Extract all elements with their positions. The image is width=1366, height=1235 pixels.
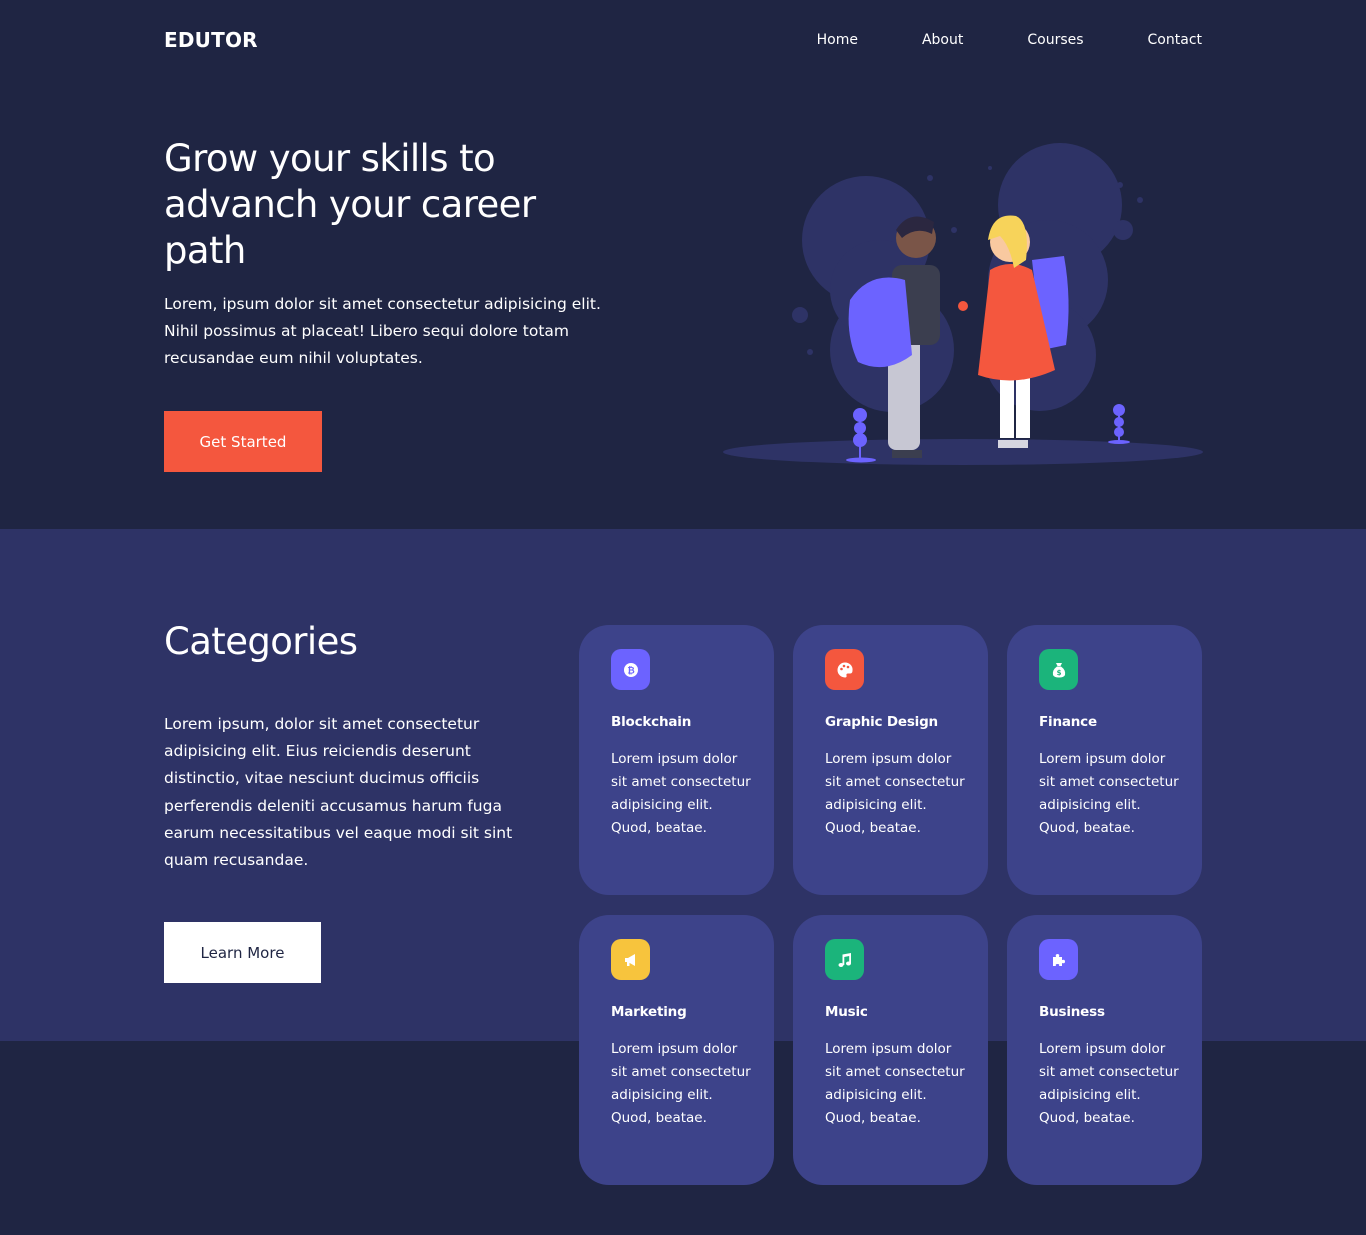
category-card-music[interactable]: Music Lorem ipsum dolor sit amet consect… — [793, 915, 988, 1185]
illustration-foliage — [792, 143, 1143, 412]
hero-illustration — [723, 143, 1203, 465]
category-card-business[interactable]: Business Lorem ipsum dolor sit amet cons… — [1007, 915, 1202, 1185]
category-card-marketing[interactable]: Marketing Lorem ipsum dolor sit amet con… — [579, 915, 774, 1185]
main-nav: Home About Courses Contact — [753, 32, 1202, 48]
puzzle-icon — [1039, 939, 1078, 980]
card-text: Lorem ipsum dolor sit amet consectetur a… — [611, 751, 751, 836]
card-title: Blockchain — [611, 714, 692, 730]
card-text: Lorem ipsum dolor sit amet consectetur a… — [1039, 1041, 1179, 1126]
card-text: Lorem ipsum dolor sit amet consectetur a… — [1039, 751, 1179, 836]
music-note-icon — [825, 939, 864, 980]
svg-text:₿: ₿ — [627, 665, 634, 676]
card-title: Business — [1039, 1004, 1105, 1020]
palette-icon — [825, 649, 864, 690]
card-title: Marketing — [611, 1004, 687, 1020]
category-card-finance[interactable]: $ Finance Lorem ipsum dolor sit amet con… — [1007, 625, 1202, 895]
plant-right — [1108, 404, 1130, 444]
get-started-button[interactable]: Get Started — [164, 411, 322, 472]
hero-description: Lorem, ipsum dolor sit amet consectetur … — [164, 295, 601, 367]
card-title: Finance — [1039, 714, 1097, 730]
site-logo[interactable]: EDUTOR — [164, 28, 258, 52]
nav-courses-link[interactable]: Courses — [1027, 32, 1083, 48]
card-text: Lorem ipsum dolor sit amet consectetur a… — [825, 751, 965, 836]
money-bag-icon: $ — [1039, 649, 1078, 690]
card-title: Graphic Design — [825, 714, 938, 730]
ground-shadow — [723, 439, 1203, 465]
hero-title: Grow your skills to advanch your career … — [164, 137, 536, 272]
categories-description: Lorem ipsum, dolor sit amet consectetur … — [164, 715, 513, 870]
learn-more-button[interactable]: Learn More — [164, 922, 321, 983]
nav-home-link[interactable]: Home — [817, 32, 858, 48]
category-card-blockchain[interactable]: ₿ Blockchain Lorem ipsum dolor sit amet … — [579, 625, 774, 895]
nav-contact-link[interactable]: Contact — [1148, 32, 1202, 48]
card-title: Music — [825, 1004, 868, 1020]
card-text: Lorem ipsum dolor sit amet consectetur a… — [825, 1041, 965, 1126]
bitcoin-icon: ₿ — [611, 649, 650, 690]
category-card-graphic-design[interactable]: Graphic Design Lorem ipsum dolor sit ame… — [793, 625, 988, 895]
site-header: EDUTOR Home About Courses Contact — [164, 0, 1202, 80]
megaphone-icon — [611, 939, 650, 980]
card-text: Lorem ipsum dolor sit amet consectetur a… — [611, 1041, 751, 1126]
nav-about-link[interactable]: About — [922, 32, 963, 48]
svg-text:$: $ — [1056, 669, 1061, 677]
categories-title: Categories — [164, 620, 358, 663]
